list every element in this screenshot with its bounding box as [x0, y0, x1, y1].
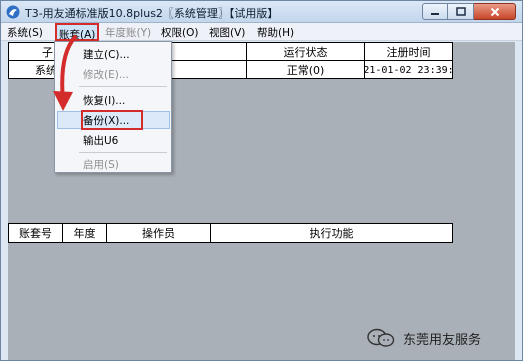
window-controls: [422, 3, 516, 20]
watermark: 东莞用友服务: [367, 328, 481, 348]
close-icon: [490, 7, 499, 16]
window-title: T3-用友通标准版10.8plus2〖系统管理〗【试用版】: [25, 7, 279, 20]
minimize-button[interactable]: [422, 3, 448, 20]
column-header: 操作员: [107, 224, 211, 242]
column-header: 注册时间: [386, 45, 431, 59]
close-button[interactable]: [474, 3, 516, 20]
menu-permission[interactable]: 权限(O): [161, 25, 198, 40]
column-header: 执行功能: [309, 227, 354, 240]
table-cell: 正常(0): [247, 61, 365, 79]
maximize-button[interactable]: [448, 3, 474, 20]
title-bar[interactable]: T3-用友通标准版10.8plus2〖系统管理〗【试用版】: [1, 1, 522, 23]
watermark-text: 东莞用友服务: [403, 332, 482, 348]
column-header: 年度: [63, 224, 107, 242]
annotation-arrow-icon: [53, 35, 77, 111]
main-window: T3-用友通标准版10.8plus2〖系统管理〗【试用版】 系统(S) 账套(A…: [0, 0, 523, 361]
column-header: 运行状态: [247, 43, 365, 60]
app-logo-icon: [6, 5, 20, 19]
table-cell: 2021-01-02 23:39:59: [365, 64, 452, 76]
menu-system[interactable]: 系统(S): [7, 25, 43, 40]
column-header: 账套号: [9, 224, 63, 242]
operation-log-table: 账套号 年度 操作员 执行功能: [8, 223, 453, 243]
menu-annual-account: 年度账(Y): [105, 27, 152, 39]
menu-view[interactable]: 视图(V): [209, 25, 245, 40]
menu-separator: [79, 152, 167, 153]
menu-item-enable: 启用(S): [83, 159, 119, 171]
maximize-icon: [455, 7, 466, 16]
minimize-icon: [431, 12, 439, 15]
menu-item-export-u6[interactable]: 输出U6: [83, 133, 118, 148]
wechat-icon: [367, 328, 395, 347]
menu-help[interactable]: 帮助(H): [257, 25, 294, 40]
